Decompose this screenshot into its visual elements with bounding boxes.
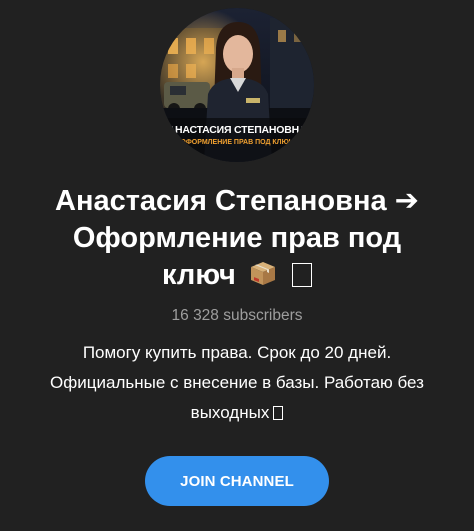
avatar-name-overlay: АНАСТАСИЯ СТЕПАНОВНА — [167, 124, 307, 136]
description-line-2: Официальные с внесение в базы. Работаю б… — [50, 373, 424, 392]
join-channel-button[interactable]: JOIN CHANNEL — [145, 456, 329, 506]
avatar-subtitle-overlay: ОФОРМЛЕНИЕ ПРАВ ПОД КЛЮЧ — [180, 139, 294, 146]
title-arrow: ➔ — [394, 183, 419, 217]
package-icon — [248, 258, 278, 298]
channel-avatar: АНАСТАСИЯ СТЕПАНОВНА ОФОРМЛЕНИЕ ПРАВ ПОД… — [160, 8, 314, 162]
channel-title: Анастасия Степановна ➔ Оформление прав п… — [22, 182, 452, 298]
unknown-glyph-icon — [291, 263, 312, 287]
channel-preview-card: АНАСТАСИЯ СТЕПАНОВНА ОФОРМЛЕНИЕ ПРАВ ПОД… — [0, 0, 474, 531]
subscriber-count: 16 328 subscribers — [171, 307, 303, 324]
unknown-glyph-icon — [273, 406, 284, 420]
title-line-2: Оформление прав под — [72, 222, 402, 254]
description-line-1: Помогу купить права. Срок до 20 дней. — [82, 343, 392, 362]
title-line-3: ключ — [162, 259, 236, 291]
description-line-3: выходных — [190, 403, 270, 422]
channel-description: Помогу купить права. Срок до 20 дней. Оф… — [12, 338, 462, 428]
title-line-1: Анастасия Степановна — [55, 185, 387, 217]
